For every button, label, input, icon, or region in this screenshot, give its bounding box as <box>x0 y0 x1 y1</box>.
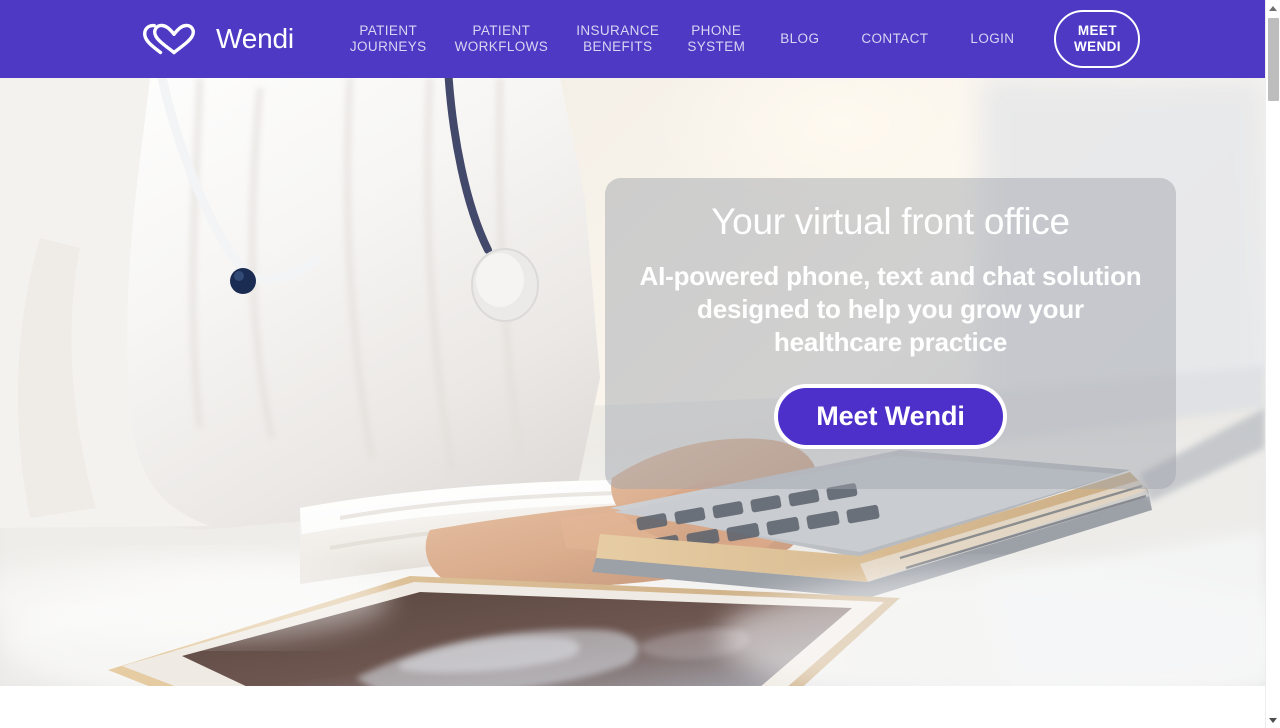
nav-item-insurance-benefits[interactable]: INSURANCE BENEFITS <box>562 23 673 55</box>
scroll-down-arrow-icon <box>1269 717 1277 723</box>
scroll-up-arrow-icon <box>1269 5 1277 11</box>
nav-item-patient-workflows[interactable]: PATIENT WORKFLOWS <box>441 23 563 55</box>
primary-navigation: PATIENT JOURNEYS PATIENT WORKFLOWS INSUR… <box>336 23 1036 55</box>
browser-viewport: Wendi PATIENT JOURNEYS PATIENT WORKFLOWS… <box>0 0 1280 728</box>
meet-wendi-hero-button[interactable]: Meet Wendi <box>774 384 1007 450</box>
hero-subtitle: AI-powered phone, text and chat solution… <box>639 261 1142 358</box>
brand-logo-link[interactable]: Wendi <box>143 22 294 56</box>
vertical-scroll-thumb[interactable] <box>1268 18 1279 101</box>
hero-section: Your virtual front office AI-powered pho… <box>0 78 1265 686</box>
vertical-scrollbar[interactable] <box>1265 0 1280 728</box>
nav-item-phone-system[interactable]: PHONE SYSTEM <box>673 23 759 55</box>
webpage-content: Wendi PATIENT JOURNEYS PATIENT WORKFLOWS… <box>0 0 1265 728</box>
scroll-up-arrow-button[interactable] <box>1266 0 1280 16</box>
hero-overlay-card: Your virtual front office AI-powered pho… <box>605 178 1176 489</box>
nav-item-login[interactable]: LOGIN <box>949 31 1035 47</box>
site-header: Wendi PATIENT JOURNEYS PATIENT WORKFLOWS… <box>0 0 1265 78</box>
brand-name: Wendi <box>216 23 294 54</box>
hero-title: Your virtual front office <box>711 201 1070 242</box>
next-section-placeholder <box>0 686 1265 728</box>
double-heart-w-logo-icon <box>143 23 195 55</box>
nav-item-contact[interactable]: CONTACT <box>840 31 949 47</box>
nav-item-blog[interactable]: BLOG <box>759 31 840 47</box>
nav-item-patient-journeys[interactable]: PATIENT JOURNEYS <box>336 23 441 55</box>
meet-wendi-nav-button[interactable]: MEET WENDI <box>1054 10 1141 68</box>
scroll-down-arrow-button[interactable] <box>1266 712 1280 728</box>
